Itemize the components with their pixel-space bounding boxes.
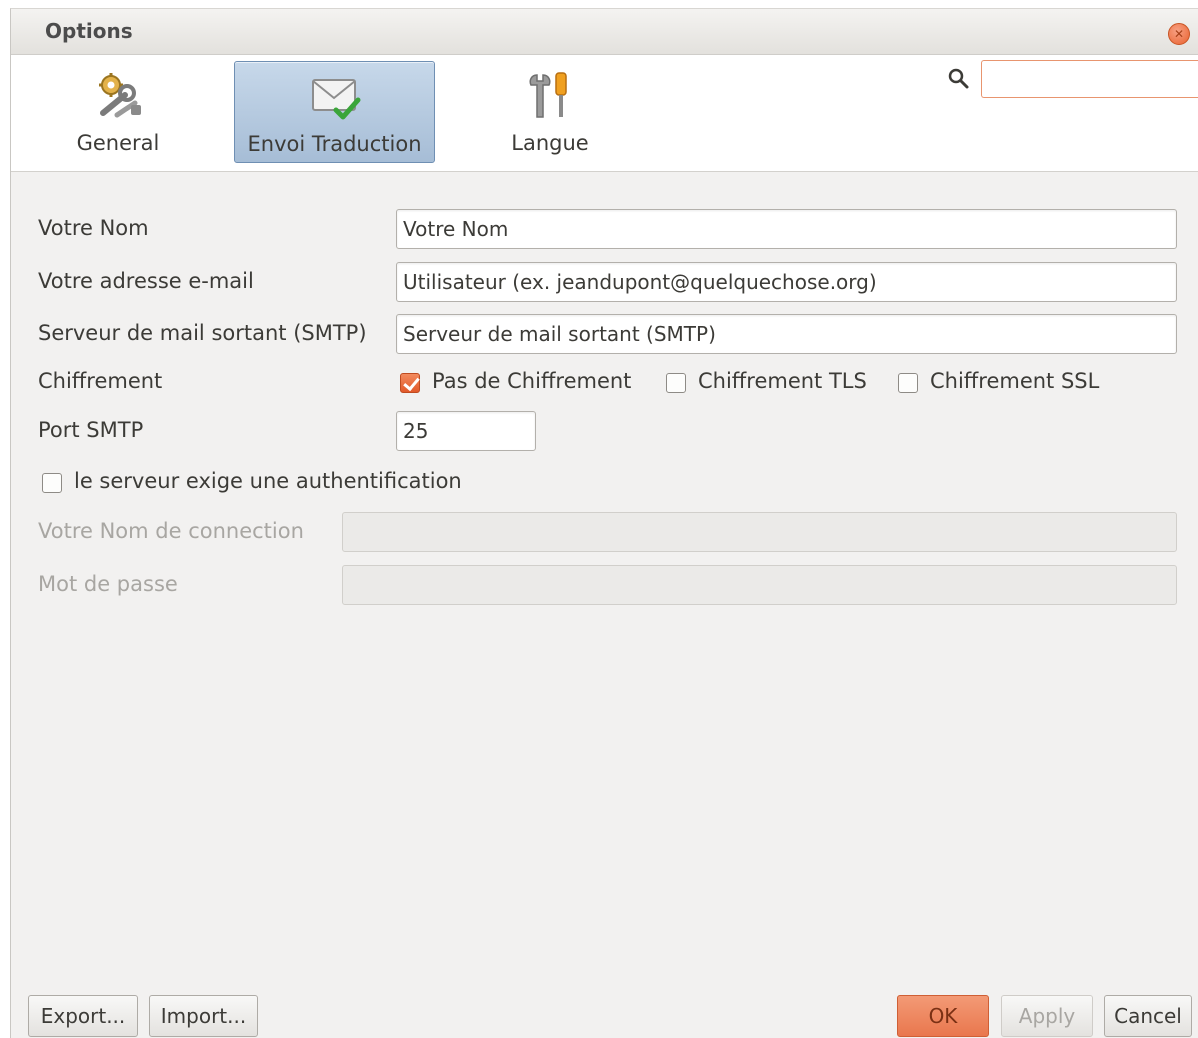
tab-langue[interactable]: Langue bbox=[457, 61, 643, 163]
tab-envoi-traduction-label: Envoi Traduction bbox=[247, 132, 422, 156]
port-field[interactable] bbox=[396, 411, 536, 451]
search-icon bbox=[948, 68, 969, 89]
email-label: Votre adresse e-mail bbox=[38, 269, 254, 293]
tools-icon bbox=[529, 72, 567, 118]
encryption-label: Chiffrement bbox=[38, 369, 163, 393]
smtp-server-label: Serveur de mail sortant (SMTP) bbox=[38, 321, 367, 345]
tab-envoi-traduction[interactable]: Envoi Traduction bbox=[234, 61, 435, 163]
name-field[interactable] bbox=[396, 209, 1177, 249]
no-encryption-label: Pas de Chiffrement bbox=[432, 369, 632, 393]
tab-langue-label: Langue bbox=[511, 131, 589, 155]
window-title: Options bbox=[45, 19, 133, 43]
login-field[interactable] bbox=[342, 512, 1177, 552]
gear-wrench-icon bbox=[99, 73, 141, 118]
tab-general-label: General bbox=[76, 131, 160, 155]
tls-encryption-checkbox[interactable] bbox=[666, 373, 686, 393]
port-label: Port SMTP bbox=[38, 418, 144, 442]
close-button[interactable]: ✕ bbox=[1168, 23, 1190, 45]
export-button[interactable]: Export... bbox=[28, 995, 138, 1037]
email-field[interactable] bbox=[396, 262, 1177, 302]
title-bar: Options ✕ bbox=[11, 9, 1198, 55]
name-label: Votre Nom bbox=[38, 216, 149, 240]
password-field[interactable] bbox=[342, 565, 1177, 605]
tls-encryption-label: Chiffrement TLS bbox=[698, 369, 867, 393]
auth-required-label: le serveur exige une authentification bbox=[74, 469, 462, 493]
ok-button[interactable]: OK bbox=[897, 995, 989, 1037]
close-icon: ✕ bbox=[1173, 27, 1185, 41]
apply-button[interactable]: Apply bbox=[1001, 995, 1093, 1037]
password-label: Mot de passe bbox=[38, 572, 178, 596]
tab-general[interactable]: General bbox=[25, 61, 211, 163]
ssl-encryption-checkbox[interactable] bbox=[898, 373, 918, 393]
login-label: Votre Nom de connection bbox=[38, 519, 304, 543]
ssl-encryption-label: Chiffrement SSL bbox=[930, 369, 1100, 393]
category-toolbar: General Envoi Traduction Langue bbox=[11, 55, 1198, 172]
no-encryption-checkbox[interactable] bbox=[400, 373, 420, 393]
mail-check-icon bbox=[311, 79, 360, 120]
smtp-server-field[interactable] bbox=[396, 314, 1177, 354]
import-button[interactable]: Import... bbox=[149, 995, 258, 1037]
auth-required-checkbox[interactable] bbox=[42, 473, 62, 493]
cancel-button[interactable]: Cancel bbox=[1104, 995, 1192, 1037]
options-dialog: Options ✕ General Envoi Traduction Langu… bbox=[10, 8, 1198, 1038]
search-input[interactable] bbox=[981, 60, 1198, 98]
